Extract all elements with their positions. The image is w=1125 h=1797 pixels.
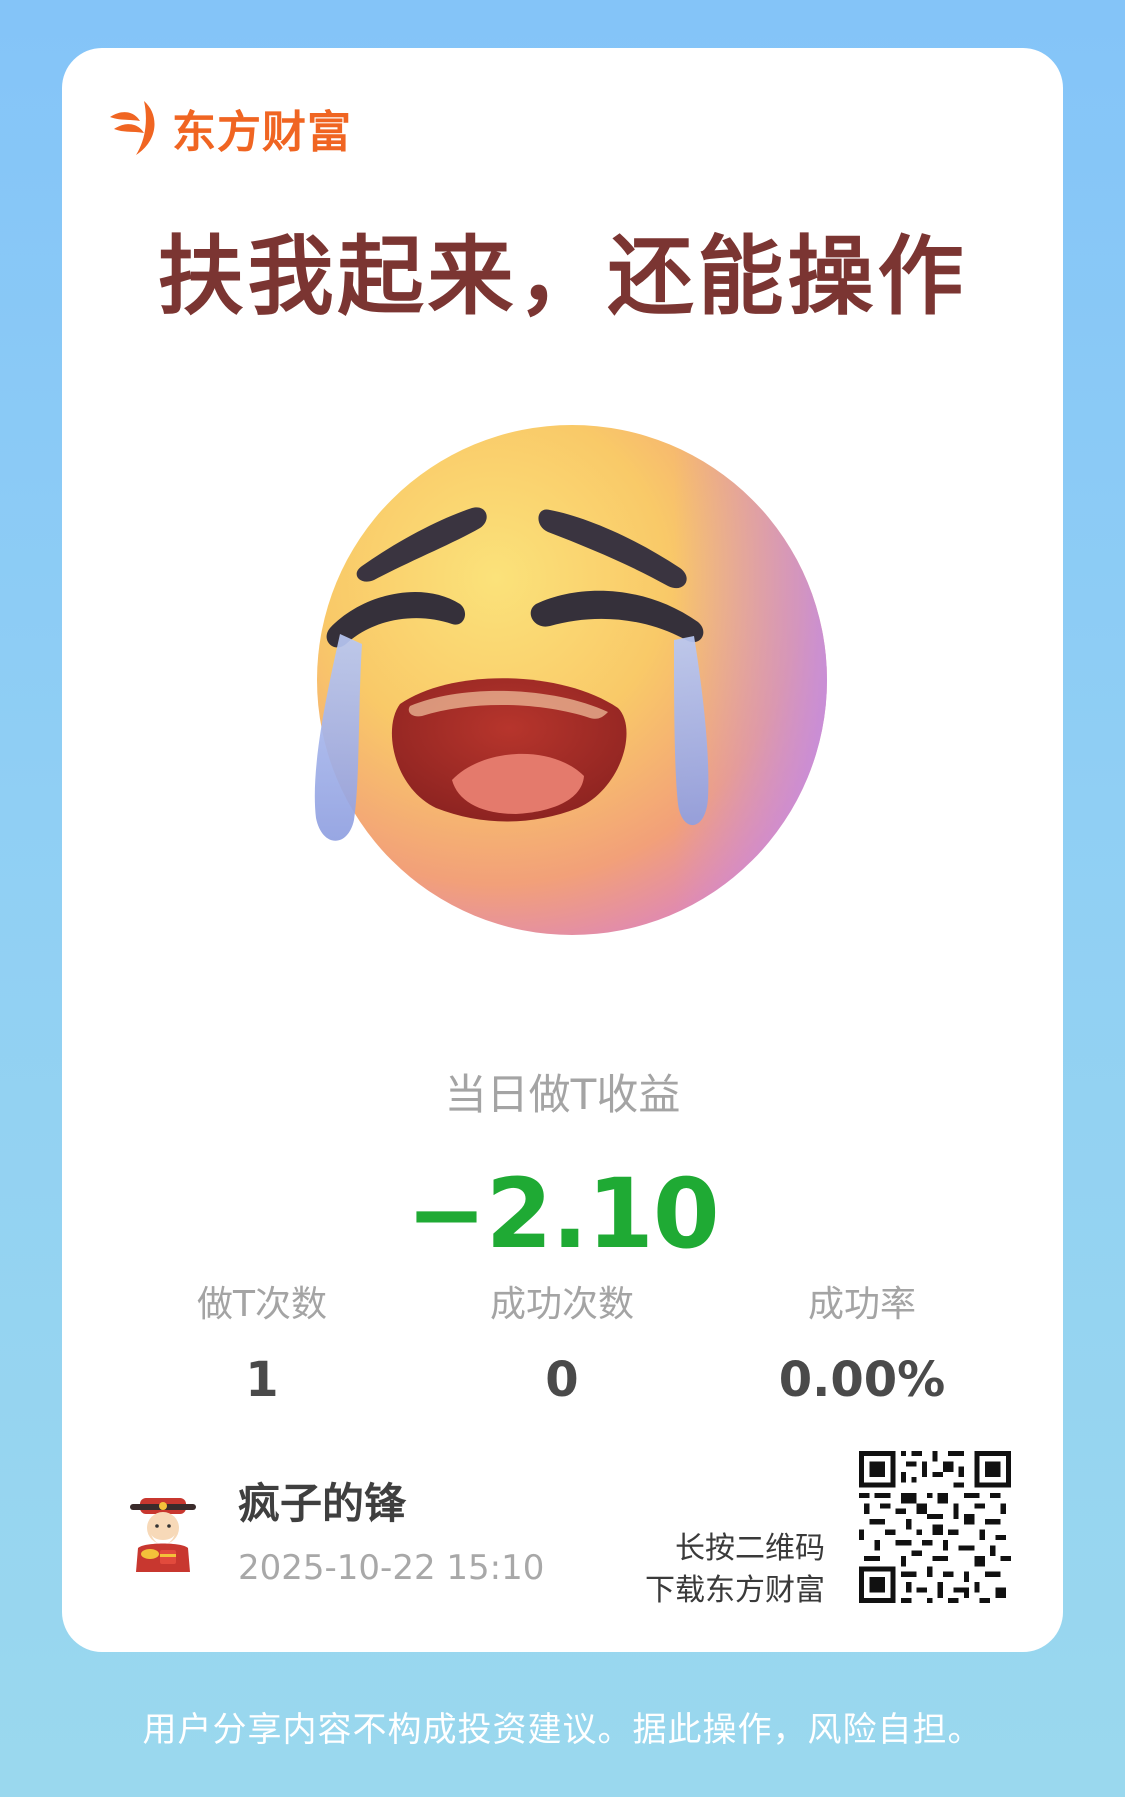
qr-code-icon[interactable]: [859, 1451, 1011, 1603]
qr-hint-line-2: 下载东方财富: [645, 1573, 825, 1608]
stat-value: 0.00%: [778, 1352, 946, 1408]
stat-trade-count: 做T次数 1: [112, 1282, 412, 1410]
god-of-wealth-avatar-icon: [130, 1498, 196, 1572]
daily-income-value: −2.10: [406, 1158, 719, 1270]
qr-hint-line-1: 长按二维码: [675, 1531, 825, 1566]
loudly-crying-face-icon: [302, 408, 842, 948]
brand-name: 东方财富: [172, 107, 352, 158]
stat-label: 成功次数: [489, 1284, 634, 1325]
stat-success-count: 成功次数 0: [412, 1282, 712, 1410]
stat-label: 成功率: [807, 1284, 916, 1325]
stat-label: 做T次数: [197, 1284, 327, 1325]
stat-value: 1: [245, 1352, 279, 1408]
daily-income-label: 当日做T收益: [444, 1070, 681, 1119]
eastmoney-logo-icon: [110, 101, 155, 155]
qr-hint: 长按二维码 下载东方财富: [645, 1528, 825, 1612]
share-card: 东方财富 扶我起来，还能操作 当日做T收益 −2.10 做T次数 1 成功次数 …: [62, 48, 1063, 1652]
stats-row: 做T次数 1 成功次数 0 成功率 0.00%: [112, 1282, 1012, 1410]
disclaimer: 用户分享内容不构成投资建议。据此操作，风险自担。: [142, 1710, 983, 1750]
headline: 扶我起来，还能操作: [157, 227, 968, 327]
user-text: 疯子的锋 2025-10-22 15:10: [238, 1476, 544, 1590]
stat-success-rate: 成功率 0.00%: [712, 1282, 1012, 1410]
share-timestamp: 2025-10-22 15:10: [238, 1548, 545, 1588]
brand-header: 东方财富: [104, 88, 352, 168]
stat-value: 0: [545, 1352, 579, 1408]
user-info: 疯子的锋 2025-10-22 15:10: [120, 1468, 544, 1598]
user-name: 疯子的锋: [238, 1479, 407, 1528]
